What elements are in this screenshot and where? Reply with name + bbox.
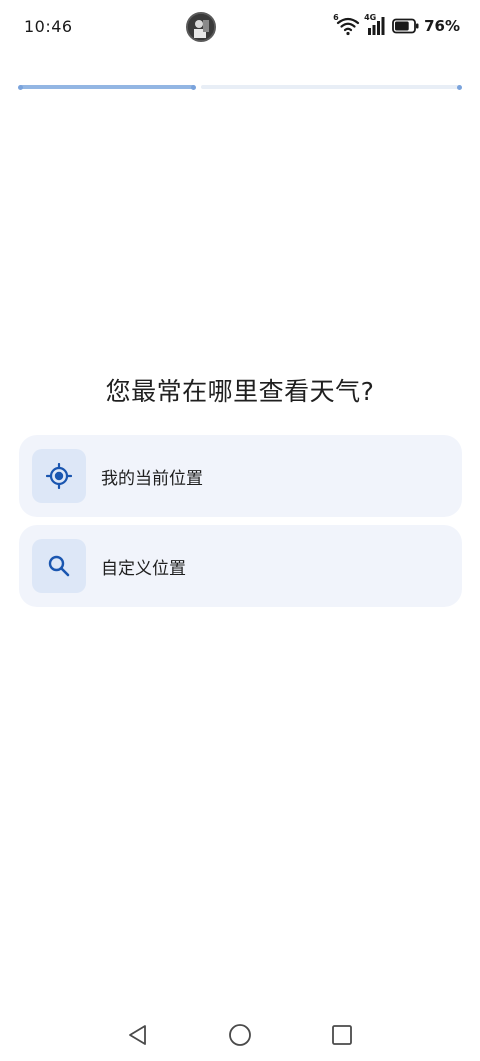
option-icon-box	[32, 539, 86, 593]
wifi-icon: 6	[333, 13, 360, 36]
option-label: 自定义位置	[101, 558, 186, 579]
cellular-signal-icon: 4G	[364, 13, 386, 36]
onboarding-progress	[18, 84, 462, 90]
battery-icon	[392, 18, 420, 34]
progress-end-dot	[457, 84, 462, 90]
battery-percent: 76%	[424, 17, 460, 35]
home-icon[interactable]	[226, 1021, 254, 1049]
question-title: 您最常在哪里查看天气?	[105, 377, 375, 406]
status-icons: 6 4G 76%	[333, 13, 460, 37]
progress-step-dot	[191, 84, 196, 90]
notification-avatar-icon	[186, 12, 216, 42]
status-time: 10:46	[24, 17, 73, 36]
search-icon	[47, 554, 71, 578]
status-bar: 10:46 6 4G 76%	[0, 0, 480, 52]
system-navigation-bar	[0, 1005, 480, 1061]
progress-fill	[19, 85, 195, 89]
back-icon[interactable]	[124, 1021, 152, 1049]
wifi-badge: 6	[333, 13, 339, 22]
option-current-location[interactable]: 我的当前位置	[19, 435, 462, 517]
progress-track	[201, 85, 459, 89]
option-custom-location[interactable]: 自定义位置	[19, 525, 462, 607]
option-icon-box	[32, 449, 86, 503]
progress-start-dot	[18, 84, 23, 90]
recents-icon[interactable]	[328, 1021, 356, 1049]
my-location-icon	[45, 462, 73, 490]
option-label: 我的当前位置	[101, 468, 203, 489]
